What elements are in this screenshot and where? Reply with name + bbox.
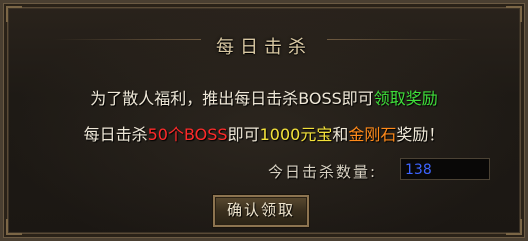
dialog-title: 每日击杀 <box>216 37 312 58</box>
reward-text-suffix: 奖励！ <box>396 125 445 144</box>
intro-text-main: 为了散人福利，推出每日击杀BOSS即可 <box>90 89 374 108</box>
reward-text-mid: 即可 <box>227 125 260 144</box>
confirm-claim-button[interactable]: 确认领取 <box>213 195 309 227</box>
reward-description: 每日击杀50个BOSS即可1000元宝和金刚石奖励！ <box>3 121 525 145</box>
frame-corner-bottom-right <box>506 219 522 235</box>
kill-count-value: 138 <box>400 158 490 180</box>
kill-count-label: 今日击杀数量: <box>268 163 378 181</box>
ingot-reward-highlight: 1000元宝 <box>259 125 333 144</box>
reward-text-prefix: 每日击杀 <box>83 125 148 144</box>
intro-text: 为了散人福利，推出每日击杀BOSS即可领取奖励 <box>3 85 525 109</box>
claim-reward-highlight: 领取奖励 <box>373 89 438 108</box>
frame-corner-bottom-left <box>6 219 22 235</box>
boss-count-highlight: 50个BOSS <box>147 125 228 144</box>
diamond-reward-highlight: 金刚石 <box>348 125 397 144</box>
daily-kill-dialog: 每日击杀 为了散人福利，推出每日击杀BOSS即可领取奖励 每日击杀50个BOSS… <box>0 0 528 241</box>
reward-text-and: 和 <box>332 125 349 144</box>
